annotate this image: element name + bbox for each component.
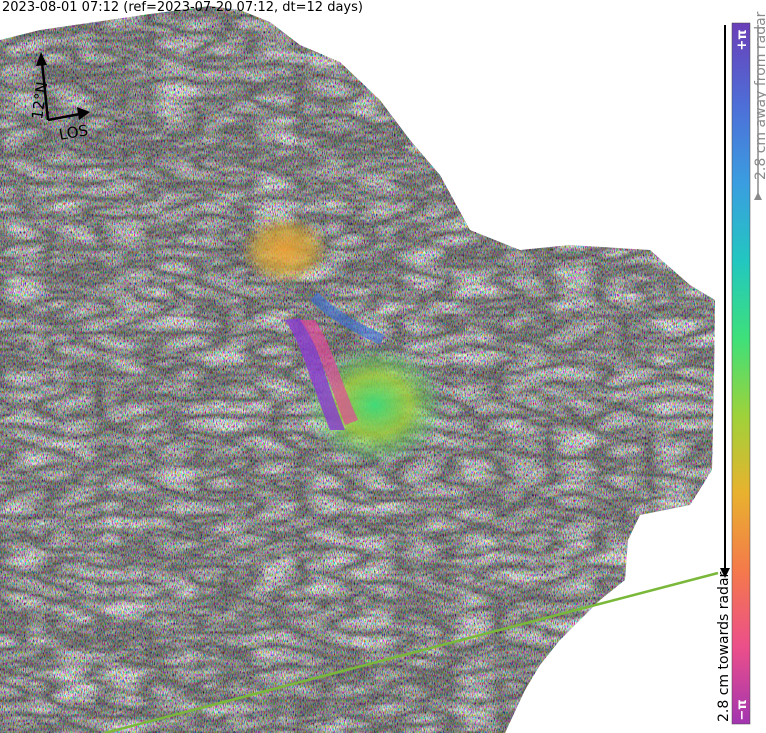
interferogram-map: 12°N LOS +π −π 2.8 cm away from radar 2.… (0, 6, 766, 733)
map-title: 2023-08-01 07:12 (ref=2023-07-20 07:12, … (2, 0, 363, 15)
colorbar-lower-caption: 2.8 cm towards radar (716, 571, 732, 722)
colorbar: +π −π 2.8 cm away from radar 2.8 cm towa… (716, 11, 766, 725)
colorbar-bottom-label: −π (735, 699, 750, 720)
colorbar-scale (732, 23, 750, 724)
colorbar-top-label: +π (735, 29, 750, 50)
colorbar-upper-caption: 2.8 cm away from radar (753, 11, 766, 180)
fringe-orange (240, 215, 330, 285)
phase-field (0, 6, 715, 733)
